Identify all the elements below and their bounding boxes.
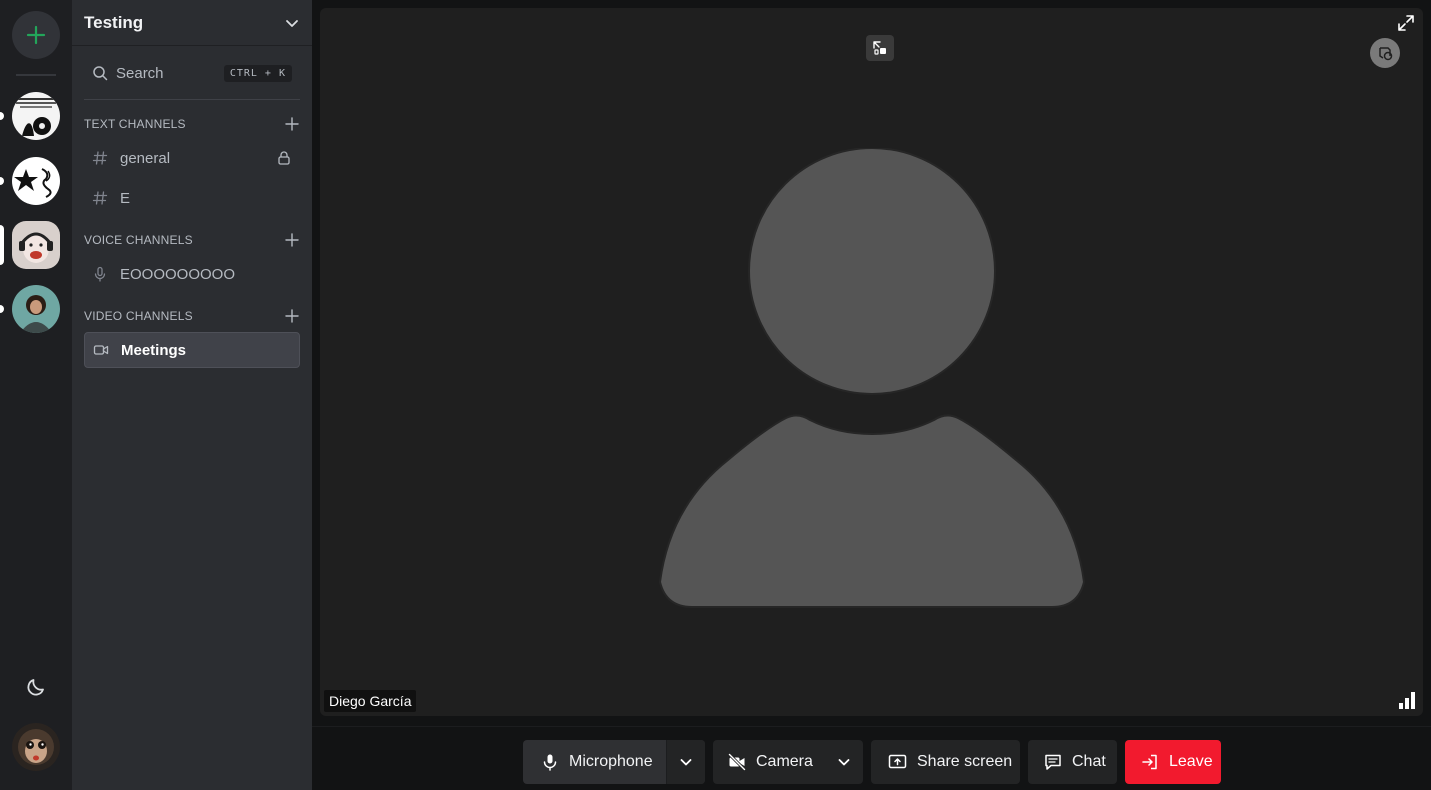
leave-icon — [1142, 754, 1157, 770]
rail-divider — [16, 74, 56, 76]
channel-general[interactable]: general — [84, 140, 300, 176]
channel-eooooooooo[interactable]: EOOOOOOOOO — [84, 256, 300, 292]
selected-indicator — [0, 225, 4, 265]
unread-indicator — [0, 177, 4, 185]
monkey-avatar — [12, 723, 60, 771]
unread-indicator — [0, 112, 4, 120]
avatar-placeholder-icon — [658, 148, 1086, 608]
user-avatar[interactable] — [12, 723, 60, 771]
participant-name-tag: Diego García — [324, 690, 417, 712]
chevron-down-icon — [838, 759, 850, 766]
category-voice-channels: VOICE CHANNELS — [84, 230, 300, 250]
unread-indicator — [0, 305, 4, 313]
channel-meetings[interactable]: Meetings — [84, 332, 300, 368]
microphone-options-button[interactable] — [667, 740, 705, 784]
server-rail — [0, 0, 72, 790]
server-icon-1[interactable] — [12, 92, 60, 140]
add-server-button[interactable] — [12, 11, 60, 59]
channel-label: Meetings — [121, 341, 187, 359]
theme-toggle-button[interactable] — [24, 675, 48, 699]
server-icon-3[interactable] — [12, 221, 60, 269]
participant-badge — [1370, 38, 1400, 68]
focus-toggle-button[interactable] — [866, 35, 894, 61]
share-screen-icon — [888, 754, 907, 769]
lock-icon — [278, 151, 290, 165]
chevron-down-icon — [286, 19, 298, 27]
camera-control: Camera — [713, 740, 863, 784]
camera-button[interactable]: Camera — [713, 740, 825, 784]
microphone-icon — [543, 754, 557, 771]
server-icon-2[interactable] — [12, 157, 60, 205]
microphone-control: Microphone — [523, 740, 705, 784]
microphone-button[interactable]: Microphone — [523, 740, 665, 784]
camera-label: Camera — [756, 753, 813, 770]
category-label: TEXT CHANNELS — [84, 117, 186, 131]
microphone-label: Microphone — [569, 753, 653, 770]
search-icon — [93, 66, 108, 81]
leave-button[interactable]: Leave — [1125, 740, 1221, 784]
microphone-icon — [94, 266, 106, 282]
add-channel-icon[interactable] — [284, 308, 300, 324]
share-screen-button[interactable]: Share screen — [871, 740, 1020, 784]
search-shortcut: CTRL + K — [223, 64, 292, 82]
channel-e[interactable]: E — [84, 180, 300, 216]
chevron-down-icon — [680, 759, 692, 766]
search-label: Search — [116, 64, 164, 82]
category-text-channels: TEXT CHANNELS — [84, 114, 300, 134]
hash-icon — [92, 191, 108, 205]
participant-tile[interactable]: Diego García — [320, 8, 1423, 716]
chat-icon — [1045, 754, 1061, 770]
call-controls: Microphone Camera Share screen Chat Leav… — [312, 726, 1431, 790]
hash-icon — [92, 151, 108, 165]
chat-label: Chat — [1072, 753, 1106, 770]
channel-label: E — [120, 189, 131, 207]
guild-title: Testing — [84, 12, 144, 32]
shield-icon — [1379, 47, 1393, 61]
camera-off-icon — [728, 753, 746, 771]
chat-button[interactable]: Chat — [1028, 740, 1117, 784]
plus-icon — [26, 25, 46, 45]
leave-label: Leave — [1169, 753, 1213, 770]
focus-toggle-icon — [873, 41, 886, 55]
moon-icon — [27, 679, 44, 696]
search-button[interactable]: Search CTRL + K — [84, 53, 300, 93]
channel-label: general — [120, 149, 171, 167]
video-icon — [93, 345, 109, 355]
category-label: VIDEO CHANNELS — [84, 309, 193, 323]
search-divider — [84, 99, 300, 100]
channel-label: EOOOOOOOOO — [120, 265, 236, 283]
share-screen-label: Share screen — [917, 753, 1013, 770]
category-label: VOICE CHANNELS — [84, 233, 193, 247]
guild-header[interactable]: Testing — [72, 0, 312, 46]
channel-sidebar: Testing Search CTRL + K TEXT CHANNELS ge… — [72, 0, 312, 790]
connection-quality-icon — [1399, 692, 1415, 709]
server-icon-4[interactable] — [12, 285, 60, 333]
add-channel-icon[interactable] — [284, 116, 300, 132]
expand-icon[interactable] — [1397, 14, 1415, 32]
add-channel-icon[interactable] — [284, 232, 300, 248]
video-stage: Diego García Microphone Camera Share scr… — [312, 0, 1431, 790]
camera-options-button[interactable] — [825, 740, 863, 784]
category-video-channels: VIDEO CHANNELS — [84, 306, 300, 326]
